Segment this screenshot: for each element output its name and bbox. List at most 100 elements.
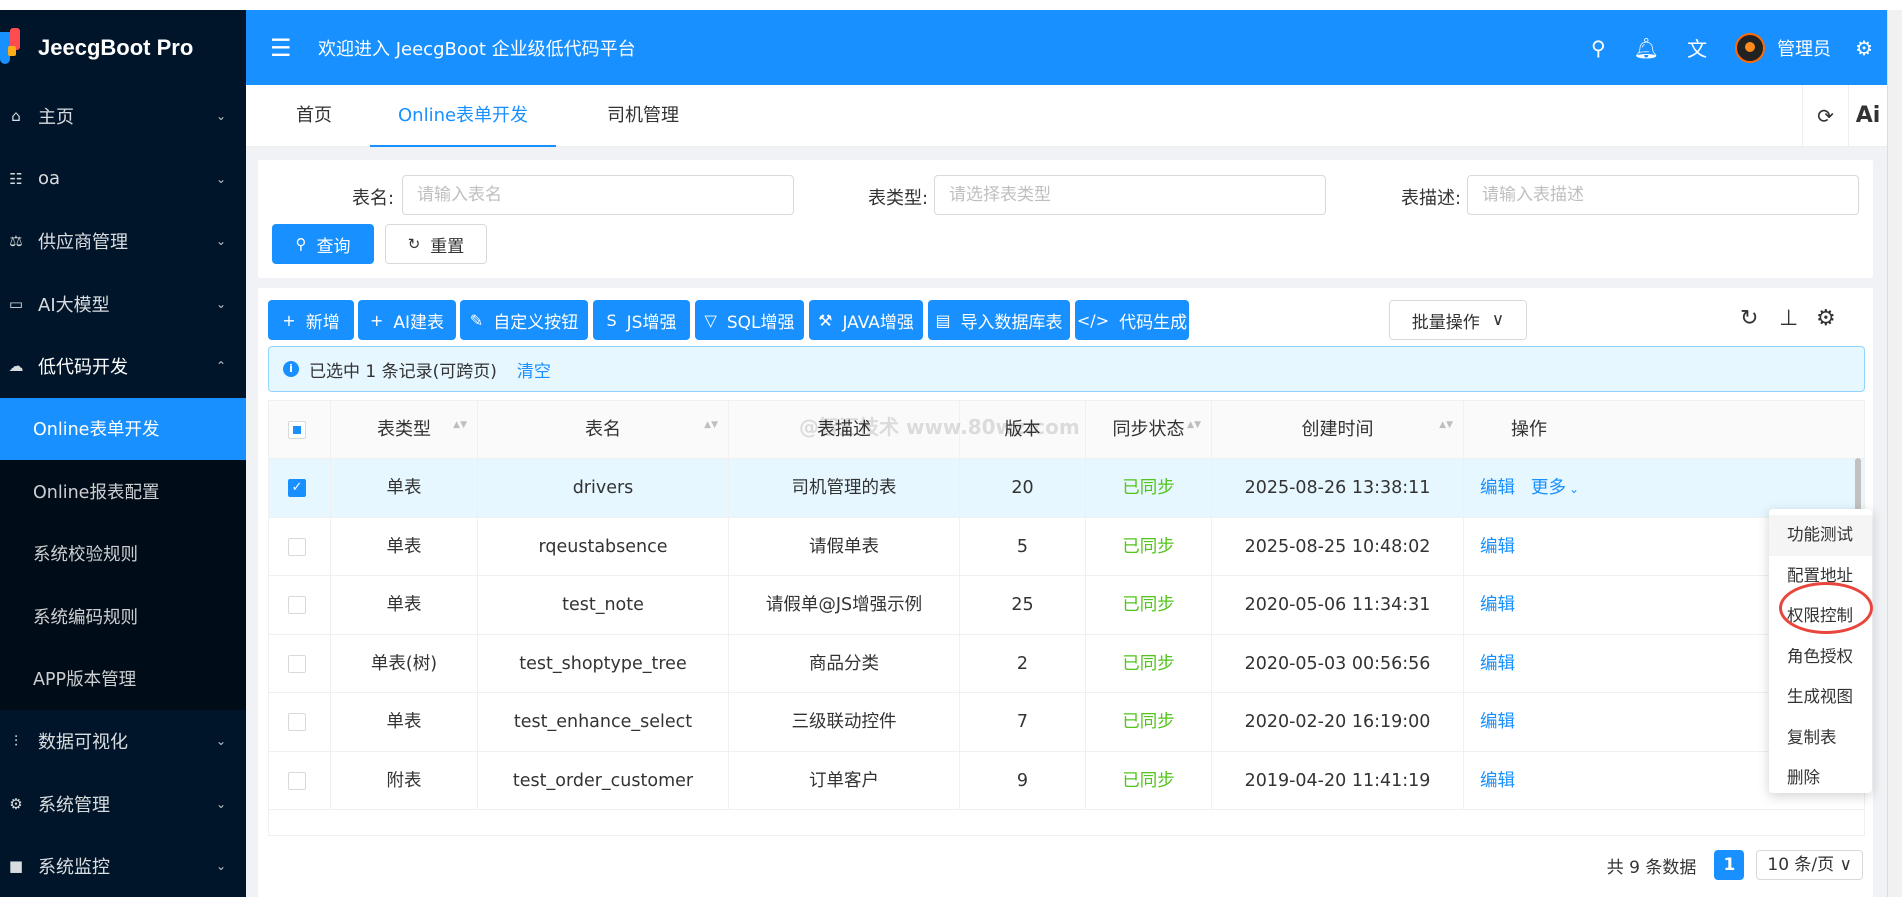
query-button[interactable]: ⚲ 查询: [272, 224, 374, 264]
dropdown-item[interactable]: 生成视图: [1769, 677, 1872, 718]
page-size-select[interactable]: 10 条/页 ∨: [1756, 850, 1863, 880]
cell-desc: 商品分类: [729, 634, 960, 693]
dropdown-item[interactable]: 删除: [1769, 758, 1872, 799]
sidebar-subitem[interactable]: APP版本管理: [0, 647, 246, 710]
cell-desc: 司机管理的表: [729, 459, 960, 517]
sidebar-item[interactable]: ☁ 低代码开发 ⌃: [0, 335, 246, 398]
table-row[interactable]: 附表 test_order_customer 订单客户 9 已同步 2019-04-20 …: [269, 751, 1864, 810]
sidebar-subitem[interactable]: Online表单开发: [0, 397, 246, 460]
col-sync-status[interactable]: 同步状态 ▲▼: [1086, 401, 1212, 459]
page-scrollbar[interactable]: [1887, 10, 1902, 897]
more-link[interactable]: 更多 ⌄: [1531, 478, 1579, 498]
row-checkbox[interactable]: ✓: [288, 479, 306, 497]
reload-icon[interactable]: ↻: [1740, 306, 1758, 331]
table-row[interactable]: ✓ 单表 drivers 司机管理的表 20 已同步 2025-08-26 13:38:11…: [269, 459, 1864, 518]
search-icon[interactable]: ⚲: [1591, 36, 1606, 60]
dropdown-item[interactable]: 功能测试: [1769, 515, 1872, 556]
toolbar-button[interactable]: ▤ 导入数据库表: [928, 300, 1070, 340]
sidebar-item[interactable]: ⫶ 数据可视化 ⌄: [0, 710, 246, 773]
clear-selection-link[interactable]: 清空: [517, 357, 551, 382]
toolbar-button[interactable]: ⚒ JAVA增强: [809, 300, 923, 340]
batch-operations-button[interactable]: 批量操作 ∨: [1389, 300, 1527, 340]
toolbar-button[interactable]: S JS增强: [593, 300, 690, 340]
sort-icon[interactable]: ▲▼: [1187, 421, 1201, 430]
col-table-type[interactable]: 表类型 ▲▼: [331, 401, 478, 459]
tab-home[interactable]: 首页: [296, 85, 332, 147]
refresh-icon[interactable]: ⟳: [1802, 85, 1848, 147]
edit-link[interactable]: 编辑: [1480, 771, 1515, 791]
logo[interactable]: JeecgBoot Pro: [0, 10, 246, 85]
col-table-name[interactable]: 表名 ▲▼: [478, 401, 729, 459]
table-row[interactable]: 单表 test_enhance_select 三级联动控件 7 已同步 2020-02-2…: [269, 693, 1864, 752]
select-all-cell: [269, 401, 331, 459]
bell-icon[interactable]: 🔔︎: [1634, 36, 1659, 60]
translate-icon[interactable]: 文: [1687, 33, 1707, 62]
dropdown-item[interactable]: 权限控制: [1769, 596, 1872, 637]
search-icon: ⚲: [295, 235, 307, 253]
toolbar-button-label: SQL增强: [726, 312, 795, 333]
menu-toggle-icon[interactable]: ☰: [270, 34, 300, 62]
sort-icon[interactable]: ▲▼: [1439, 421, 1453, 430]
chevron-down-icon: ⌄: [215, 109, 226, 124]
toolbar-button[interactable]: </> 代码生成: [1075, 300, 1189, 340]
table-name-input[interactable]: [402, 175, 794, 215]
row-height-icon[interactable]: ⊥: [1779, 306, 1798, 331]
reset-button[interactable]: ↻ 重置: [385, 224, 487, 264]
top-strip: [0, 0, 1902, 10]
sort-icon[interactable]: ▲▼: [704, 421, 718, 430]
sidebar-item[interactable]: ☷ oa ⌄: [0, 148, 246, 211]
batch-label: 批量操作: [1411, 312, 1480, 333]
sidebar-item[interactable]: ■ 系统监控 ⌄: [0, 835, 246, 897]
sidebar-item[interactable]: ⚙ 系统管理 ⌄: [0, 773, 246, 836]
sidebar-subitem[interactable]: 系统校验规则: [0, 522, 246, 585]
col-table-desc: 表描述: [729, 401, 960, 459]
dropdown-item[interactable]: 复制表: [1769, 718, 1872, 759]
row-checkbox[interactable]: [288, 537, 306, 556]
col-created-time[interactable]: 创建时间 ▲▼: [1212, 401, 1464, 459]
table-row[interactable]: 单表(树) test_shoptype_tree 商品分类 2 已同步 2020-05-0…: [269, 634, 1864, 693]
table-row[interactable]: 单表 rqeustabsence 请假单表 5 已同步 2025-08-25 10:48:…: [269, 517, 1864, 576]
edit-link[interactable]: 编辑: [1480, 537, 1515, 557]
gear-icon[interactable]: ⚙: [1855, 36, 1873, 60]
row-checkbox[interactable]: [288, 654, 306, 673]
avatar[interactable]: [1735, 32, 1766, 63]
grid-icon: ☷: [9, 169, 23, 188]
row-checkbox[interactable]: [288, 596, 306, 614]
page-1-button[interactable]: 1: [1714, 850, 1745, 880]
table-desc-label: 表描述:: [1401, 188, 1462, 209]
toolbar-button[interactable]: + AI建表: [358, 300, 456, 340]
toolbar-button[interactable]: + 新增: [268, 300, 354, 340]
sidebar-subitem[interactable]: Online报表配置: [0, 460, 246, 523]
edit-link[interactable]: 编辑: [1480, 712, 1515, 732]
toolbar-button[interactable]: ✎ 自定义按钮: [460, 300, 588, 340]
column-settings-icon[interactable]: ⚙: [1816, 306, 1836, 331]
sidebar-item[interactable]: ⌂ 主页 ⌄: [0, 85, 246, 148]
edit-link[interactable]: 编辑: [1480, 478, 1515, 498]
dropdown-item[interactable]: 角色授权: [1769, 637, 1872, 678]
cell-version: 2: [960, 634, 1086, 693]
sidebar-item[interactable]: ⚖ 供应商管理 ⌄: [0, 210, 246, 273]
table-header: 表类型 ▲▼ 表名 ▲▼ 表描述 版本 同步状态 ▲▼ 创建时间 ▲▼ 操作 @智汇技术…: [269, 401, 1864, 459]
sort-icon[interactable]: ▲▼: [453, 421, 467, 430]
toolbar-button[interactable]: ▽ SQL增强: [695, 300, 804, 340]
dropdown-item[interactable]: 配置地址: [1769, 556, 1872, 597]
row-checkbox[interactable]: [288, 771, 306, 790]
data-table: 表类型 ▲▼ 表名 ▲▼ 表描述 版本 同步状态 ▲▼ 创建时间 ▲▼ 操作 @智汇技术…: [268, 400, 1865, 836]
sidebar-subitem[interactable]: 系统编码规则: [0, 585, 246, 648]
table-row[interactable]: 单表 test_note 请假单@JS增强示例 25 已同步 2020-05-06 11:…: [269, 576, 1864, 635]
tab-driver-management[interactable]: 司机管理: [607, 85, 679, 147]
tab-online-form[interactable]: Online表单开发: [370, 85, 557, 147]
sidebar-item[interactable]: ▭ AI大模型 ⌄: [0, 273, 246, 336]
table-type-select[interactable]: [934, 175, 1326, 215]
chevron-down-icon: ∨: [1491, 310, 1505, 330]
row-checkbox[interactable]: [288, 713, 306, 731]
select-all-checkbox[interactable]: [288, 421, 306, 439]
cell-created: 2020-02-20 16:19:00: [1212, 693, 1464, 751]
edit-link[interactable]: 编辑: [1480, 595, 1515, 615]
ai-button[interactable]: Ai: [1848, 85, 1887, 147]
edit-link[interactable]: 编辑: [1480, 654, 1515, 674]
col-actions: 操作: [1464, 401, 1594, 459]
total-count: 共 9 条数据: [1606, 857, 1697, 878]
table-desc-input[interactable]: [1467, 175, 1859, 215]
username[interactable]: 管理员: [1777, 35, 1831, 61]
